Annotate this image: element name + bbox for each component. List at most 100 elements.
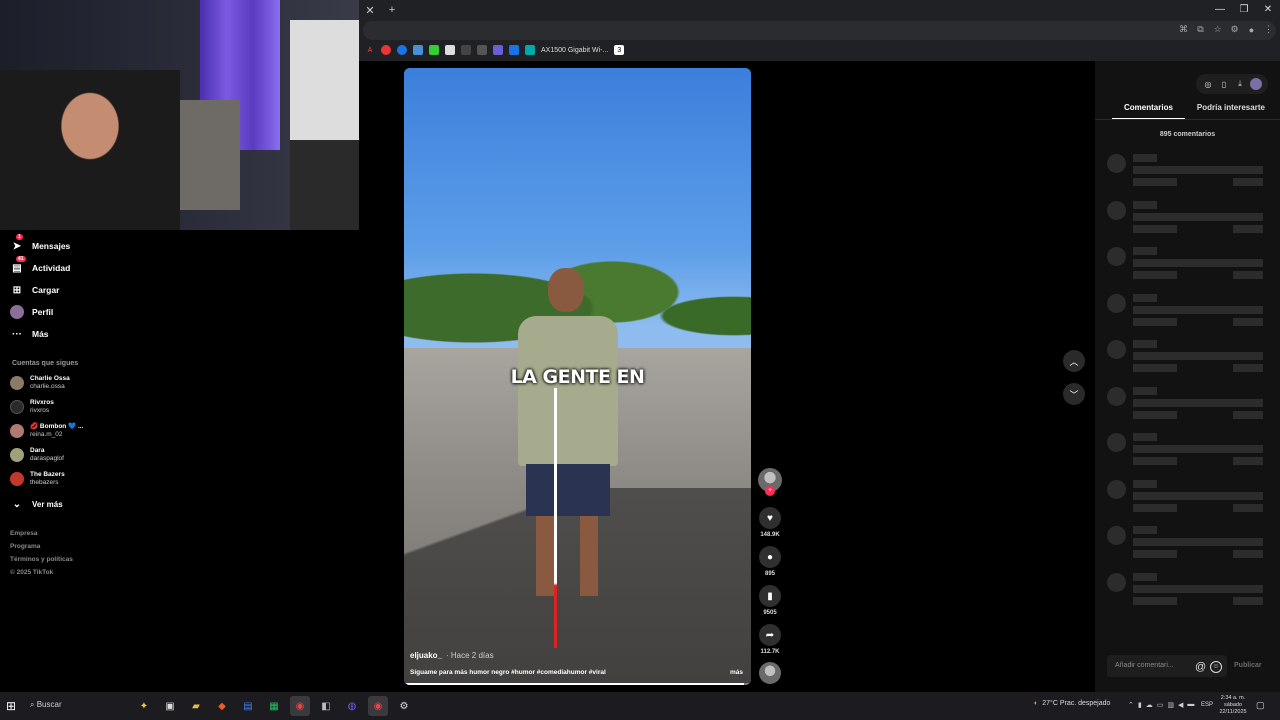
battery-icon[interactable]: ▬ xyxy=(1187,701,1194,709)
creator-avatar[interactable]: + xyxy=(757,468,783,496)
avatar xyxy=(10,472,24,486)
publish-button[interactable]: Publicar xyxy=(1234,662,1262,669)
taskbar: ⊞ ⌕ Buscar ✦ ▣ ▰ ◆ ▤ ▦ ◉ ◧ ◍ ◉ ⚙ ◐ 27°C P… xyxy=(0,692,1280,720)
bookmark-icon[interactable] xyxy=(461,45,471,55)
followed-account[interactable]: Rivxros rivxros xyxy=(10,399,54,415)
followed-account[interactable]: The Bazers thebazers xyxy=(10,471,65,487)
chrome-icon[interactable]: ◉ xyxy=(290,696,310,716)
minimize-button[interactable]: — xyxy=(1208,0,1232,20)
bookmark-icon[interactable]: 3 xyxy=(614,45,625,55)
notification-icon[interactable]: ▢ xyxy=(1256,700,1268,712)
close-window-button[interactable]: ✕ xyxy=(1256,0,1280,20)
followed-account[interactable]: 💋 Bombon 💙 ... reina.m_02 xyxy=(10,423,83,439)
bookmark-icon[interactable]: ▮ xyxy=(759,585,781,607)
bookmarks-bar: A AX1500 Gigabit Wi-... 3 xyxy=(365,43,625,57)
nav-activity[interactable]: ▤ 41 Actividad xyxy=(10,256,70,275)
user-avatar[interactable] xyxy=(1250,78,1262,90)
star-icon[interactable]: ☆ xyxy=(1212,24,1223,35)
emoji-icon[interactable]: ☺ xyxy=(1210,661,1222,673)
see-more-button[interactable]: ⌄ Ver más xyxy=(10,497,63,511)
save-action[interactable]: ▮ 9505 xyxy=(757,585,783,616)
bookmark-router[interactable]: AX1500 Gigabit Wi-... xyxy=(541,47,608,54)
streamer-image xyxy=(0,70,180,230)
clock[interactable]: 2:34 a. m. sábado 22/11/2025 xyxy=(1216,695,1250,716)
video-progress-bar[interactable] xyxy=(404,683,751,685)
menu-icon[interactable]: ⋮ xyxy=(1263,24,1274,35)
next-video-button[interactable]: ﹀ xyxy=(1063,383,1085,405)
inbox-icon: ▤ 41 xyxy=(12,256,26,274)
excel-icon[interactable]: ▦ xyxy=(264,696,284,716)
heart-icon[interactable]: ♥ xyxy=(759,507,781,529)
bookmark-icon[interactable] xyxy=(429,45,439,55)
volume-icon[interactable]: ◀ xyxy=(1178,701,1183,709)
file-explorer-icon[interactable]: ▰ xyxy=(186,696,206,716)
nav-upload[interactable]: ⊞ Cargar xyxy=(10,283,60,297)
followed-account[interactable]: Charlie Ossa charlie.ossa xyxy=(10,375,70,391)
screen: ✕ + — ❐ ✕ ⌘ ⧉ ☆ ⚙ ● ⋮ A AX1500 Gigabit W… xyxy=(0,0,1280,720)
download-icon[interactable]: ⤓ xyxy=(1234,78,1246,90)
language-indicator[interactable]: ESP xyxy=(1201,702,1213,708)
nav-messages[interactable]: ➤ 1 Mensajes xyxy=(10,234,70,253)
nav-more[interactable]: ··· Más xyxy=(10,327,49,341)
mention-icon[interactable]: @ xyxy=(1195,661,1206,673)
video-player[interactable]: LA GENTE EN eljuako_ · Hace 2 días Síguam… xyxy=(404,68,751,685)
tab-suggested[interactable]: Podría interesarte xyxy=(1185,103,1277,120)
nav-profile[interactable]: Perfil xyxy=(10,305,53,319)
bookmark-icon[interactable] xyxy=(477,45,487,55)
previous-video-button[interactable]: ︿ xyxy=(1063,350,1085,372)
more-link[interactable]: más xyxy=(730,669,743,676)
footer-company[interactable]: Empresa xyxy=(10,530,37,537)
comment-input[interactable]: Añadir comentari... xyxy=(1107,655,1227,677)
extensions-icon[interactable]: ⚙ xyxy=(1229,24,1240,35)
compass-icon[interactable]: ◎ xyxy=(1202,78,1214,90)
translate-icon[interactable]: ⌘ xyxy=(1178,24,1189,35)
video-caption-overlay: LA GENTE EN xyxy=(510,366,645,388)
mic-icon[interactable]: ▮ xyxy=(1138,701,1142,709)
share-action[interactable]: ➦ 112.7K xyxy=(757,624,783,655)
profile-icon[interactable]: ● xyxy=(1246,24,1257,35)
close-tab-icon[interactable]: ✕ xyxy=(363,3,377,17)
taskbar-search[interactable]: ⌕ Buscar xyxy=(30,700,62,710)
copilot-icon[interactable]: ✦ xyxy=(134,696,154,716)
like-action[interactable]: ♥ 148.9K xyxy=(757,507,783,538)
bookmark-icon[interactable] xyxy=(445,45,455,55)
bookmark-icon[interactable] xyxy=(493,45,503,55)
windows-start-icon[interactable]: ⊞ xyxy=(6,699,20,713)
bookmark-icon[interactable]: A xyxy=(365,45,375,55)
bookmark-icon[interactable] xyxy=(509,45,519,55)
followed-account[interactable]: Dara daraspaglof xyxy=(10,447,64,463)
weather-widget[interactable]: ◐ 27°C Prac. despejado xyxy=(1034,700,1110,707)
follow-plus-icon[interactable]: + xyxy=(765,486,775,496)
footer-terms[interactable]: Términos y políticas xyxy=(10,556,73,563)
display-icon[interactable]: ▭ xyxy=(1157,701,1164,709)
outlook-icon[interactable]: ▤ xyxy=(238,696,258,716)
bookmark-icon[interactable] xyxy=(381,45,391,55)
chrome-profile-icon[interactable]: ◉ xyxy=(368,696,388,716)
address-bar[interactable] xyxy=(363,21,1276,40)
network-icon[interactable]: ▥ xyxy=(1167,701,1174,709)
comments-panel: ◎ ▯ ⤓ Comentarios Podría interesarte 895… xyxy=(1095,61,1280,692)
comment-icon[interactable]: ● xyxy=(759,546,781,568)
maximize-button[interactable]: ❐ xyxy=(1232,0,1256,20)
bookmark-icon[interactable] xyxy=(397,45,407,55)
obs-icon[interactable]: ◍ xyxy=(342,696,362,716)
app-icon[interactable]: ◧ xyxy=(316,696,336,716)
share-icon[interactable]: ➦ xyxy=(759,624,781,646)
router-icon[interactable] xyxy=(525,45,535,55)
install-icon[interactable]: ⧉ xyxy=(1195,24,1206,35)
new-tab-icon[interactable]: + xyxy=(385,3,399,17)
chevron-down-icon: ⌄ xyxy=(12,498,22,510)
avatar-icon xyxy=(10,305,24,319)
phone-icon[interactable]: ▯ xyxy=(1218,78,1230,90)
tab-comments[interactable]: Comentarios xyxy=(1112,103,1185,120)
brave-icon[interactable]: ◆ xyxy=(212,696,232,716)
task-view-icon[interactable]: ▣ xyxy=(160,696,180,716)
sound-avatar[interactable] xyxy=(757,662,783,684)
settings-icon[interactable]: ⚙ xyxy=(394,696,414,716)
footer-program[interactable]: Programa xyxy=(10,543,40,550)
video-author[interactable]: eljuako_ · Hace 2 días xyxy=(410,651,494,660)
cloud-icon[interactable]: ☁ xyxy=(1146,701,1153,709)
bookmark-icon[interactable] xyxy=(413,45,423,55)
comment-action[interactable]: ● 895 xyxy=(757,546,783,577)
chevron-up-icon[interactable]: ⌃ xyxy=(1128,701,1134,709)
